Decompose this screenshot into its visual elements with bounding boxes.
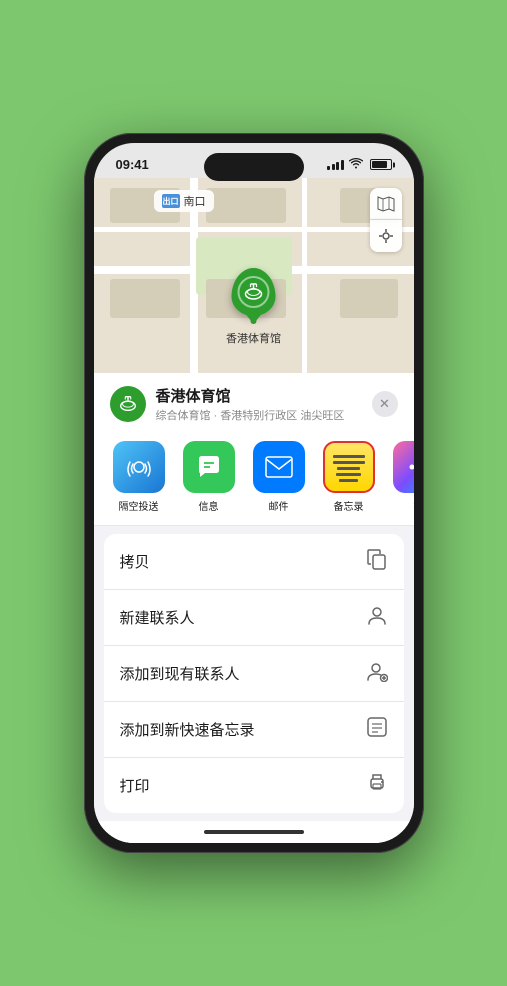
action-list: 拷贝 新建联系人 xyxy=(104,534,404,813)
home-indicator-bar xyxy=(204,830,304,834)
status-time: 09:41 xyxy=(116,157,149,172)
location-label-text: 南口 xyxy=(184,193,206,209)
share-item-messages[interactable]: 信息 xyxy=(180,441,238,513)
map-area[interactable]: 出口 南口 xyxy=(94,178,414,373)
phone-frame: 09:41 xyxy=(84,133,424,853)
copy-icon xyxy=(366,548,388,575)
marker-pin xyxy=(232,268,276,316)
venue-info: 香港体育馆 综合体育馆 · 香港特别行政区 油尖旺区 ✕ xyxy=(94,373,414,431)
status-icons xyxy=(327,158,392,172)
location-button[interactable] xyxy=(370,220,402,252)
action-item-quick-note[interactable]: 添加到新快速备忘录 xyxy=(104,702,404,758)
mail-label: 邮件 xyxy=(269,498,289,513)
action-item-new-contact[interactable]: 新建联系人 xyxy=(104,590,404,646)
map-controls xyxy=(370,188,402,252)
quick-note-icon xyxy=(366,716,388,743)
action-item-print[interactable]: 打印 xyxy=(104,758,404,813)
wifi-icon xyxy=(349,158,363,172)
venue-info-left: 香港体育馆 综合体育馆 · 香港特别行政区 油尖旺区 xyxy=(110,385,345,423)
messages-icon-box[interactable] xyxy=(183,441,235,493)
mail-icon-box[interactable] xyxy=(253,441,305,493)
marker-pin-inner xyxy=(238,276,270,308)
signal-bars-icon xyxy=(327,160,344,170)
location-label-icon: 出口 xyxy=(162,194,180,208)
action-item-add-existing[interactable]: 添加到现有联系人 xyxy=(104,646,404,702)
venue-text: 香港体育馆 综合体育馆 · 香港特别行政区 油尖旺区 xyxy=(156,385,345,423)
battery-icon xyxy=(370,159,392,170)
share-icons-row: 隔空投送 信息 xyxy=(94,431,414,526)
add-existing-contact-icon xyxy=(366,660,388,687)
map-type-button[interactable] xyxy=(370,188,402,220)
airdrop-icon-box[interactable] xyxy=(113,441,165,493)
stadium-marker[interactable]: 香港体育馆 xyxy=(226,268,281,346)
notes-icon-box[interactable] xyxy=(323,441,375,493)
messages-label: 信息 xyxy=(199,498,219,513)
home-indicator xyxy=(94,821,414,843)
marker-label: 香港体育馆 xyxy=(226,330,281,346)
location-label: 出口 南口 xyxy=(154,190,214,212)
action-label-print: 打印 xyxy=(120,775,150,796)
share-item-mail[interactable]: 邮件 xyxy=(250,441,308,513)
action-item-copy[interactable]: 拷贝 xyxy=(104,534,404,590)
new-contact-icon xyxy=(366,604,388,631)
action-label-copy: 拷贝 xyxy=(120,551,150,572)
close-button[interactable]: ✕ xyxy=(372,391,398,417)
action-label-add-existing: 添加到现有联系人 xyxy=(120,663,240,684)
more-icon-box[interactable] xyxy=(393,441,414,493)
share-item-airdrop[interactable]: 隔空投送 xyxy=(110,441,168,513)
dynamic-island xyxy=(204,153,304,181)
action-label-new-contact: 新建联系人 xyxy=(120,607,195,628)
share-item-more[interactable]: 推 xyxy=(390,441,414,513)
notes-label: 备忘录 xyxy=(334,498,364,513)
venue-icon xyxy=(110,386,146,422)
airdrop-label: 隔空投送 xyxy=(119,498,159,513)
print-icon xyxy=(366,772,388,799)
phone-screen: 09:41 xyxy=(94,143,414,843)
venue-name: 香港体育馆 xyxy=(156,385,345,406)
action-label-quick-note: 添加到新快速备忘录 xyxy=(120,719,255,740)
bottom-sheet: 香港体育馆 综合体育馆 · 香港特别行政区 油尖旺区 ✕ xyxy=(94,373,414,843)
share-item-notes[interactable]: 备忘录 xyxy=(320,441,378,513)
venue-subtitle: 综合体育馆 · 香港特别行政区 油尖旺区 xyxy=(156,407,345,423)
